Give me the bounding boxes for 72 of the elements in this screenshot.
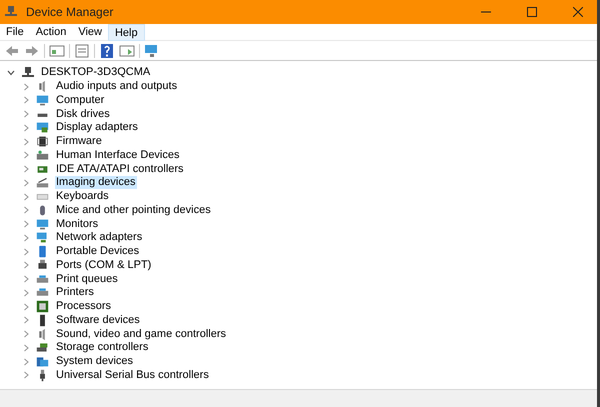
- window-title: Device Manager: [26, 4, 114, 21]
- tree-item[interactable]: Disk drives: [55, 108, 111, 121]
- chevron-right-icon[interactable]: [22, 82, 30, 91]
- tree-item[interactable]: Keyboards: [55, 190, 110, 204]
- keyboard-person-icon: [36, 148, 49, 162]
- tree-item[interactable]: Processors: [55, 300, 112, 314]
- chevron-right-icon[interactable]: [22, 110, 30, 118]
- chevron-right-icon[interactable]: [22, 371, 30, 380]
- chevron-right-icon[interactable]: [22, 261, 30, 270]
- properties-icon[interactable]: [74, 42, 90, 58]
- tree-item[interactable]: Human Interface Devices: [55, 148, 180, 162]
- chevron-right-icon[interactable]: [22, 206, 30, 214]
- tree-item[interactable]: Imaging devices: [55, 176, 136, 190]
- chevron-right-icon[interactable]: [22, 316, 30, 324]
- chevron-right-icon[interactable]: [22, 96, 30, 104]
- chevron-right-icon[interactable]: [22, 302, 30, 311]
- monitor-icon: [36, 218, 49, 231]
- network-icon: [36, 231, 49, 244]
- chevron-right-icon[interactable]: [22, 288, 30, 297]
- chevron-right-icon[interactable]: [22, 124, 30, 132]
- tree-item[interactable]: Firmware: [55, 135, 103, 148]
- chevron-right-icon[interactable]: [22, 165, 30, 174]
- tree-item[interactable]: Portable Devices: [55, 245, 140, 258]
- computer-network-icon: [21, 66, 35, 80]
- tree-item[interactable]: Sound, video and game controllers: [55, 328, 227, 341]
- chevron-right-icon[interactable]: [22, 138, 30, 146]
- chevron-right-icon[interactable]: [22, 151, 30, 160]
- chevron-right-icon[interactable]: [22, 192, 30, 201]
- tree-item[interactable]: Storage controllers: [55, 341, 150, 354]
- chevron-right-icon[interactable]: [22, 248, 30, 256]
- monitor-icon: [36, 94, 49, 107]
- chevron-right-icon[interactable]: [22, 358, 30, 366]
- scanner-icon: [36, 176, 49, 190]
- chevron-right-icon[interactable]: [22, 275, 30, 284]
- maximize-icon[interactable]: [527, 7, 537, 17]
- tree-item[interactable]: Print queues: [55, 272, 119, 286]
- menu-item[interactable]: Action: [30, 24, 72, 40]
- window-pane-icon[interactable]: [49, 42, 65, 58]
- tree-item[interactable]: Mice and other pointing devices: [55, 204, 212, 217]
- folder-icon: [36, 355, 49, 368]
- computer-network-icon: [4, 5, 18, 19]
- tree-item[interactable]: Universal Serial Bus controllers: [55, 368, 210, 382]
- tree-item[interactable]: IDE ATA/ATAPI controllers: [55, 162, 185, 176]
- menu-item[interactable]: File: [0, 24, 30, 40]
- tree-item[interactable]: Monitors: [55, 218, 100, 231]
- chevron-right-icon[interactable]: [22, 330, 30, 338]
- chip-icon: [36, 135, 49, 148]
- chevron-right-icon[interactable]: [22, 344, 30, 352]
- tree-item[interactable]: Printers: [55, 286, 95, 300]
- tree-item[interactable]: Software devices: [55, 314, 141, 327]
- printer-icon: [36, 272, 49, 286]
- help-icon[interactable]: [99, 42, 115, 58]
- menu-item[interactable]: Help: [108, 24, 145, 40]
- tree-item[interactable]: Computer: [55, 94, 106, 107]
- window-play-icon[interactable]: [119, 42, 135, 58]
- port-icon: [36, 258, 49, 272]
- chevron-right-icon[interactable]: [22, 220, 30, 228]
- chevron-right-icon[interactable]: [22, 178, 30, 187]
- tree-item[interactable]: System devices: [55, 355, 134, 368]
- menu-item[interactable]: View: [72, 24, 108, 40]
- tree-item[interactable]: Ports (COM & LPT): [55, 258, 152, 272]
- processor-icon: [36, 300, 49, 314]
- tree-item[interactable]: Network adapters: [55, 231, 144, 244]
- tree-item[interactable]: DESKTOP-3D3QCMA: [41, 66, 150, 80]
- monitor-icon[interactable]: [144, 42, 160, 58]
- chevron-down-icon[interactable]: [7, 68, 15, 77]
- display-card-icon: [36, 121, 49, 134]
- tree-item[interactable]: Audio inputs and outputs: [55, 80, 178, 94]
- tree-item[interactable]: Display adapters: [55, 121, 139, 134]
- chevron-right-icon[interactable]: [22, 234, 30, 242]
- storage-icon: [36, 341, 49, 354]
- close-icon[interactable]: [573, 7, 583, 17]
